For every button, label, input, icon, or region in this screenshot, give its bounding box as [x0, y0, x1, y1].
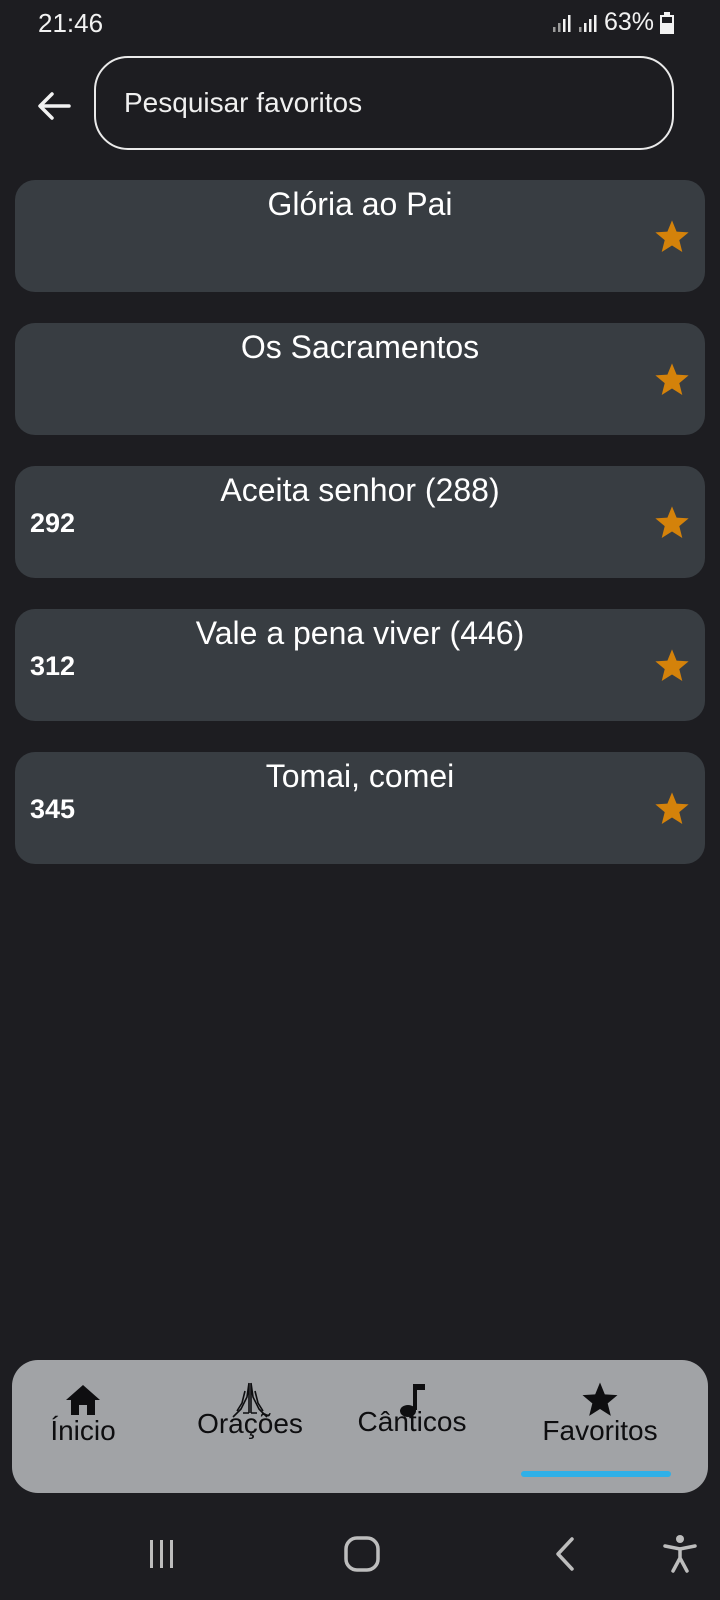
system-navigation — [0, 1510, 720, 1600]
nav-label: Ínicio — [50, 1415, 116, 1446]
favorite-title: Vale a pena viver (446) — [195, 615, 525, 651]
favorite-card[interactable]: Glória ao Pai — [15, 180, 705, 292]
nav-label: Favoritos — [542, 1415, 658, 1446]
home-circle-icon — [344, 1536, 380, 1572]
accessibility-button[interactable] — [654, 1528, 706, 1580]
battery-icon — [660, 11, 674, 34]
recent-apps-icon — [150, 1540, 173, 1568]
favorite-card[interactable]: Vale a pena viver (446) 312 — [15, 609, 705, 721]
favorite-card[interactable]: Os Sacramentos — [15, 323, 705, 435]
home-system-button[interactable] — [336, 1528, 388, 1580]
favorite-title: Glória ao Pai — [267, 186, 453, 222]
favorites-list: Glória ao Pai Os Sacramentos Aceita senh… — [15, 180, 705, 895]
nav-label: Cânticos — [357, 1406, 467, 1437]
favorite-title: Aceita senhor (288) — [220, 472, 500, 508]
signal-icon — [578, 14, 597, 32]
star-icon[interactable] — [653, 504, 691, 542]
nav-item-canticos[interactable]: Cânticos — [338, 1360, 486, 1493]
accessibility-icon — [663, 1535, 697, 1573]
screen: 21:46 63% Pesquisar favoritos Glória ao … — [0, 0, 720, 1600]
back-chevron-icon — [556, 1537, 574, 1571]
favorite-number: 312 — [30, 651, 76, 681]
star-icon[interactable] — [653, 218, 691, 256]
favorite-number: 292 — [30, 508, 76, 538]
star-icon[interactable] — [653, 790, 691, 828]
back-button[interactable] — [30, 82, 78, 130]
search-input[interactable] — [124, 87, 672, 119]
favorite-number: 345 — [30, 794, 76, 824]
status-time: 21:46 — [38, 8, 104, 38]
favorite-card[interactable]: Tomai, comei 345 — [15, 752, 705, 864]
arrow-left-icon — [38, 92, 71, 120]
star-icon[interactable] — [653, 647, 691, 685]
recent-apps-button[interactable] — [136, 1528, 188, 1580]
battery-percentage: 63% — [603, 8, 654, 36]
favorite-title: Os Sacramentos — [240, 329, 480, 365]
search-box[interactable] — [94, 56, 674, 150]
favorite-card[interactable]: Aceita senhor (288) 292 — [15, 466, 705, 578]
status-icons: 63% — [552, 8, 674, 37]
status-bar: 21:46 63% — [0, 0, 720, 46]
star-icon[interactable] — [653, 361, 691, 399]
nav-item-inicio[interactable]: Ínicio — [16, 1360, 150, 1493]
nav-label: Orações — [197, 1408, 303, 1439]
nav-item-oracoes[interactable]: Orações — [162, 1360, 338, 1493]
favorite-title: Tomai, comei — [265, 758, 455, 794]
signal-icon — [552, 14, 571, 32]
back-system-button[interactable] — [540, 1528, 592, 1580]
active-tab-indicator — [521, 1471, 671, 1477]
